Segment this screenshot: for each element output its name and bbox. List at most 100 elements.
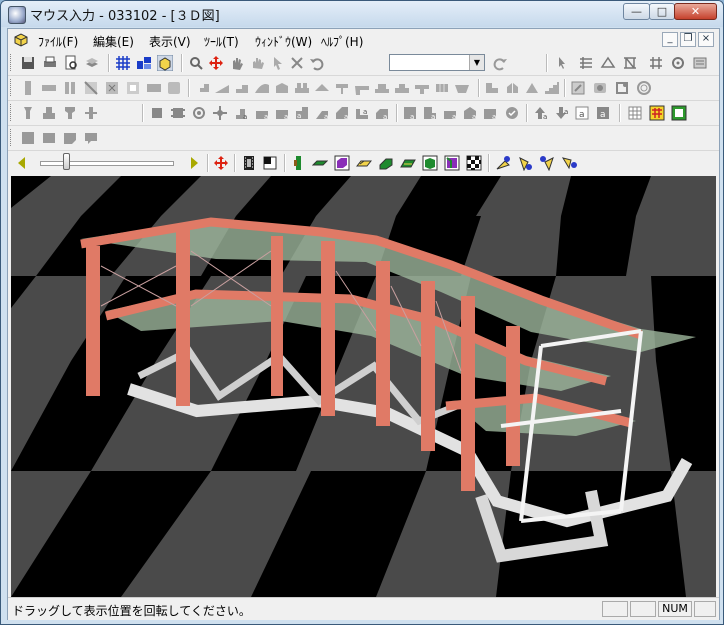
label-a-icon[interactable]: a: [234, 105, 250, 121]
title-bar[interactable]: マウス入力 - 033102 - [３Ｄ図] — □ ✕: [1, 1, 723, 27]
label-e-icon[interactable]: a: [314, 105, 330, 121]
view-solid-icon[interactable]: [444, 155, 460, 171]
edge-slab-icon[interactable]: [274, 80, 290, 96]
check-icon[interactable]: [504, 105, 520, 121]
light-a-icon[interactable]: [495, 155, 511, 171]
label-f-icon[interactable]: a: [334, 105, 350, 121]
chevron-right-icon[interactable]: [186, 155, 202, 171]
beam-member-icon[interactable]: [62, 80, 78, 96]
layout-icon[interactable]: [136, 55, 152, 71]
brace-member-icon[interactable]: [83, 80, 99, 96]
label-h-icon[interactable]: a: [374, 105, 390, 121]
label-b-icon[interactable]: a: [254, 105, 270, 121]
close-button[interactable]: ✕: [674, 3, 717, 20]
toolbar-grip[interactable]: [10, 104, 14, 121]
animation-slider-track[interactable]: [40, 161, 174, 166]
minimize-button[interactable]: —: [623, 3, 650, 20]
contrast-icon[interactable]: [262, 155, 278, 171]
light-b-icon[interactable]: [517, 155, 533, 171]
view-select[interactable]: ▼: [389, 54, 485, 71]
mirror-member-icon[interactable]: [524, 80, 540, 96]
copy-member-icon[interactable]: [504, 80, 520, 96]
view-stair-icon[interactable]: [378, 155, 394, 171]
move-view-icon[interactable]: [213, 155, 229, 171]
label-d-icon[interactable]: a: [294, 105, 310, 121]
block-c-icon[interactable]: [62, 130, 78, 146]
slope-slab-icon[interactable]: [214, 80, 230, 96]
film-icon[interactable]: [241, 155, 257, 171]
wall-member-icon[interactable]: [104, 80, 120, 96]
block-d-icon[interactable]: [83, 130, 99, 146]
print-preview-icon[interactable]: [63, 55, 79, 71]
toolbar-grip[interactable]: [10, 79, 14, 96]
chevron-down-icon[interactable]: ▼: [469, 55, 484, 70]
node-icon[interactable]: [212, 105, 228, 121]
frame-color-icon[interactable]: [649, 105, 665, 121]
zoom-icon[interactable]: [188, 55, 204, 71]
foundation-member-icon[interactable]: [166, 80, 182, 96]
save-icon[interactable]: [20, 55, 36, 71]
animation-slider-thumb[interactable]: [63, 153, 70, 170]
calc-icon[interactable]: [692, 55, 708, 71]
label-g-icon[interactable]: a: [354, 105, 370, 121]
mdi-close-button[interactable]: ×: [698, 32, 714, 47]
label-k-icon[interactable]: a: [442, 105, 458, 121]
column-member-icon[interactable]: [20, 80, 36, 96]
cantilever-slab-icon[interactable]: [354, 80, 370, 96]
maximize-button[interactable]: □: [649, 3, 675, 20]
block-a-icon[interactable]: [20, 130, 36, 146]
app-icon[interactable]: [8, 6, 26, 24]
haunch-slab-icon[interactable]: [454, 80, 470, 96]
anchor-icon[interactable]: [83, 105, 99, 121]
menu-tools[interactable]: ﾂｰﾙ(T): [204, 33, 239, 50]
stair-member-icon[interactable]: [544, 80, 560, 96]
3d-viewport[interactable]: [11, 176, 716, 597]
layers-icon[interactable]: [84, 55, 100, 71]
edit-member-icon[interactable]: [484, 80, 500, 96]
menu-help[interactable]: ﾍﾙﾌﾟ(H): [321, 33, 363, 50]
footing-icon[interactable]: [41, 105, 57, 121]
rib-slab-icon[interactable]: [294, 80, 310, 96]
chevron-left-icon[interactable]: [14, 155, 30, 171]
text-shade-icon[interactable]: a: [595, 105, 611, 121]
deck-slab-icon[interactable]: [374, 80, 390, 96]
girder-member-icon[interactable]: [41, 80, 57, 96]
slab-member-icon[interactable]: [146, 80, 162, 96]
pier-icon[interactable]: [62, 105, 78, 121]
element-tool-icon[interactable]: [578, 55, 594, 71]
label-i-icon[interactable]: a: [402, 105, 418, 121]
block-b-icon[interactable]: [41, 130, 57, 146]
label-m-icon[interactable]: a: [482, 105, 498, 121]
light-d-icon[interactable]: [561, 155, 577, 171]
view-beam-icon[interactable]: [312, 155, 328, 171]
step-slab-icon[interactable]: [194, 80, 210, 96]
hand-icon[interactable]: [229, 55, 245, 71]
label-l-icon[interactable]: a: [462, 105, 478, 121]
menu-file[interactable]: ﾌｧｲﾙ(F): [38, 33, 78, 50]
undo-icon[interactable]: [309, 55, 325, 71]
view-found-icon[interactable]: [422, 155, 438, 171]
target-icon[interactable]: [191, 105, 207, 121]
menu-edit[interactable]: 編集(E): [93, 33, 134, 50]
document-cube-icon[interactable]: [13, 32, 28, 47]
pile-icon[interactable]: [20, 105, 36, 121]
flat-slab-icon[interactable]: [394, 80, 410, 96]
pan-icon[interactable]: [250, 55, 266, 71]
panel-icon[interactable]: [671, 105, 687, 121]
checker-icon[interactable]: [466, 155, 482, 171]
view-column-icon[interactable]: [290, 155, 306, 171]
opening-member-icon[interactable]: [125, 80, 141, 96]
redo-icon[interactable]: [492, 55, 508, 71]
bar-arrangement-icon[interactable]: [570, 80, 586, 96]
view-wall-icon[interactable]: [356, 155, 372, 171]
menu-window[interactable]: ｳｨﾝﾄﾞｳ(W): [255, 33, 312, 50]
label-c-icon[interactable]: a: [274, 105, 290, 121]
pointer-icon[interactable]: [270, 55, 286, 71]
raise-icon[interactable]: a: [532, 105, 548, 121]
3d-view-icon[interactable]: [157, 55, 173, 71]
frame-tool-icon[interactable]: [622, 55, 638, 71]
spiral-icon[interactable]: [636, 80, 652, 96]
rebar-icon[interactable]: [592, 80, 608, 96]
mdi-minimize-button[interactable]: _: [662, 32, 678, 47]
table-icon[interactable]: [627, 105, 643, 121]
